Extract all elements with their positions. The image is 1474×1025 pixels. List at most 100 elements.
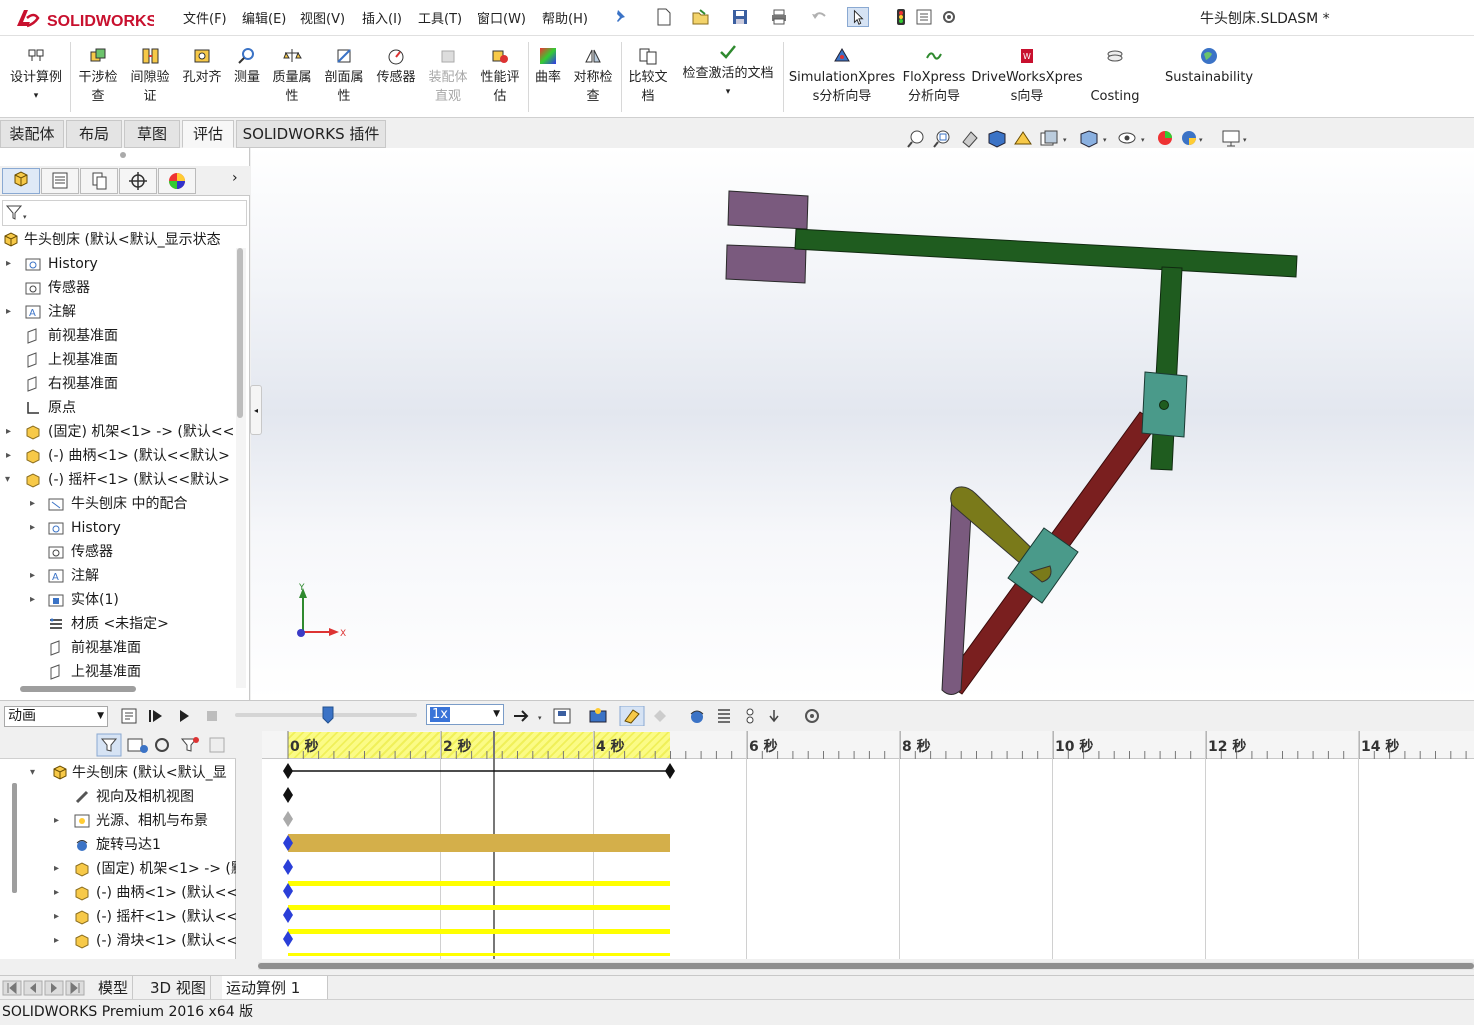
dynamic-annotation-icon[interactable] [1014, 131, 1032, 145]
performance-eval-button[interactable]: 性能评估 [478, 46, 522, 106]
simulation-xpress-button[interactable]: SimulationXpress分析向导 [788, 46, 896, 106]
timeline-horizontal-scrollbar[interactable] [258, 962, 1474, 970]
tree-item-top-plane-sub[interactable]: 上视基准面 [0, 660, 236, 684]
stop-icon[interactable] [207, 711, 217, 721]
tab-display-manager[interactable] [158, 168, 196, 194]
motor-duration-bar[interactable] [288, 834, 670, 852]
rocker-change-bar[interactable] [288, 905, 670, 910]
tree-root-assembly[interactable]: 牛头刨床 (默认<默认_显示状态 [0, 228, 236, 252]
section-view-icon[interactable] [988, 130, 1006, 148]
key-point[interactable] [283, 811, 293, 827]
symmetry-check-button[interactable]: 对称检查 [570, 46, 616, 106]
tab-sketch[interactable]: 草图 [124, 120, 180, 148]
expand-arrow-icon[interactable]: ▸ [6, 444, 16, 468]
traffic-light-icon[interactable] [892, 7, 910, 27]
view-settings-icon[interactable]: ▾ [1222, 130, 1247, 147]
menu-help[interactable]: 帮助(H) [542, 8, 588, 27]
tree-item-material[interactable]: 材质 <未指定> [0, 612, 236, 636]
spring-icon[interactable] [718, 709, 730, 723]
motion-tree-root[interactable]: ▾ 牛头刨床 (默认<默认_显 [0, 761, 236, 785]
sensor-button[interactable]: 传感器 [374, 46, 418, 87]
panel-collapse-handle[interactable]: ◂ [250, 385, 262, 435]
tree-item-history[interactable]: ▸ History [0, 252, 236, 276]
slider-change-bar[interactable] [288, 929, 670, 934]
tab-dimxpert[interactable] [119, 168, 157, 194]
collapse-arrow-icon[interactable]: ▾ [30, 761, 40, 785]
hole-align-button[interactable]: 孔对齐 [180, 46, 224, 87]
print-icon[interactable] [770, 7, 788, 27]
autokey-icon[interactable] [619, 706, 645, 726]
key-point[interactable] [283, 787, 293, 803]
motion-tree-slider[interactable]: ▸ (-) 滑块<1> (默认<< [0, 929, 236, 953]
key-point[interactable] [283, 763, 293, 779]
motion-study-properties-icon[interactable] [805, 709, 819, 723]
expand-arrow-icon[interactable]: ▸ [6, 300, 16, 324]
tab-assembly[interactable]: 装配体 [0, 120, 64, 148]
filter-selected-icon[interactable] [155, 738, 169, 752]
filter-collapse-icon[interactable] [209, 737, 225, 753]
tab-property-manager[interactable] [41, 168, 79, 194]
save-icon[interactable] [731, 7, 749, 27]
contact-icon[interactable] [746, 708, 754, 724]
filter-driving-icon[interactable] [127, 738, 148, 753]
last-tab-icon[interactable] [65, 980, 85, 996]
tab-configuration-manager[interactable] [80, 168, 118, 194]
sustainability-button[interactable]: Sustainability [1160, 46, 1258, 87]
costing-button[interactable]: Costing [1088, 46, 1142, 106]
ram-bar[interactable] [794, 228, 1298, 278]
filter-results-icon[interactable] [180, 737, 199, 752]
zoom-to-fit-icon[interactable] [907, 130, 924, 148]
clearance-verify-button[interactable]: 间隙验证 [128, 46, 172, 106]
expand-arrow-icon[interactable]: ▸ [54, 905, 64, 929]
motion-tree-rocker[interactable]: ▸ (-) 摇杆<1> (默认<< [0, 905, 236, 929]
check-active-document-button[interactable]: 检查激活的文档 ▾ [678, 42, 778, 102]
tree-item-sensors[interactable]: 传感器 [0, 276, 236, 300]
tab-3d-views[interactable]: 3D 视图 [146, 976, 211, 1000]
next-change-bar[interactable] [288, 953, 670, 956]
select-arrow-icon[interactable] [847, 7, 869, 27]
tabs-more-chevron-icon[interactable]: › [232, 170, 238, 186]
ram-post[interactable] [1150, 266, 1183, 471]
tree-item-solid-bodies[interactable]: ▸ 实体(1) [0, 588, 236, 612]
motion-tree-view-camera[interactable]: 视向及相机视图 [0, 785, 236, 809]
menu-tools[interactable]: 工具(T) [418, 8, 462, 27]
tree-item-annotations-sub[interactable]: ▸ A 注解 [0, 564, 236, 588]
tree-item-annotations[interactable]: ▸ A 注解 [0, 300, 236, 324]
edit-appearance-icon[interactable]: ▾ [1158, 131, 1203, 145]
graphics-viewport[interactable]: Y X [251, 148, 1474, 700]
design-study-button[interactable]: 设计算例 ▾ [6, 46, 66, 106]
hide-show-items-icon[interactable]: ▾ [1118, 132, 1145, 144]
calculate-icon[interactable] [121, 708, 137, 724]
expand-arrow-icon[interactable]: ▸ [30, 516, 40, 540]
tree-item-top-plane[interactable]: 上视基准面 [0, 348, 236, 372]
menu-file[interactable]: 文件(F) [183, 8, 227, 27]
assembly-visualization-button[interactable]: 装配体直观 [426, 46, 470, 106]
crank-change-bar[interactable] [288, 881, 670, 886]
playback-speed-select[interactable]: 1x ▼ [426, 704, 504, 725]
compare-documents-button[interactable]: 比较文档 [626, 46, 670, 106]
menu-edit[interactable]: 编辑(E) [242, 8, 286, 27]
study-type-select[interactable]: 动画 ▼ [4, 706, 108, 727]
solidworks-logo[interactable]: SOLIDWORKS [14, 6, 158, 32]
tab-solidworks-addins[interactable]: SOLIDWORKS 插件 [236, 120, 386, 148]
motion-tree-lights[interactable]: ▸ 光源、相机与布景 [0, 809, 236, 833]
tree-item-frame[interactable]: ▸ (固定) 机架<1> -> (默认<< [0, 420, 236, 444]
play-icon[interactable] [180, 710, 189, 722]
expand-arrow-icon[interactable]: ▸ [30, 564, 40, 588]
motion-tree-frame[interactable]: ▸ (固定) 机架<1> -> (默 [0, 857, 236, 881]
mass-properties-button[interactable]: 质量属性 [270, 46, 314, 106]
driveworks-xpress-button[interactable]: W DriveWorksXpress向导 [970, 46, 1084, 106]
interference-check-button[interactable]: 干涉检查 [76, 46, 120, 106]
undo-icon[interactable] [810, 7, 828, 27]
expand-arrow-icon[interactable]: ▸ [54, 809, 64, 833]
menu-window[interactable]: 窗口(W) [477, 8, 526, 27]
motion-tree-crank[interactable]: ▸ (-) 曲柄<1> (默认<< [0, 881, 236, 905]
tree-item-history-sub[interactable]: ▸ History [0, 516, 236, 540]
first-tab-icon[interactable] [2, 980, 22, 996]
collapse-arrow-icon[interactable]: ▾ [5, 468, 15, 492]
playback-mode-icon[interactable]: ▾ [514, 710, 542, 722]
add-key-icon[interactable] [654, 710, 666, 722]
tree-item-sensors-sub[interactable]: 传感器 [0, 540, 236, 564]
expand-arrow-icon[interactable]: ▸ [30, 588, 40, 612]
tree-item-origin[interactable]: 原点 [0, 396, 236, 420]
